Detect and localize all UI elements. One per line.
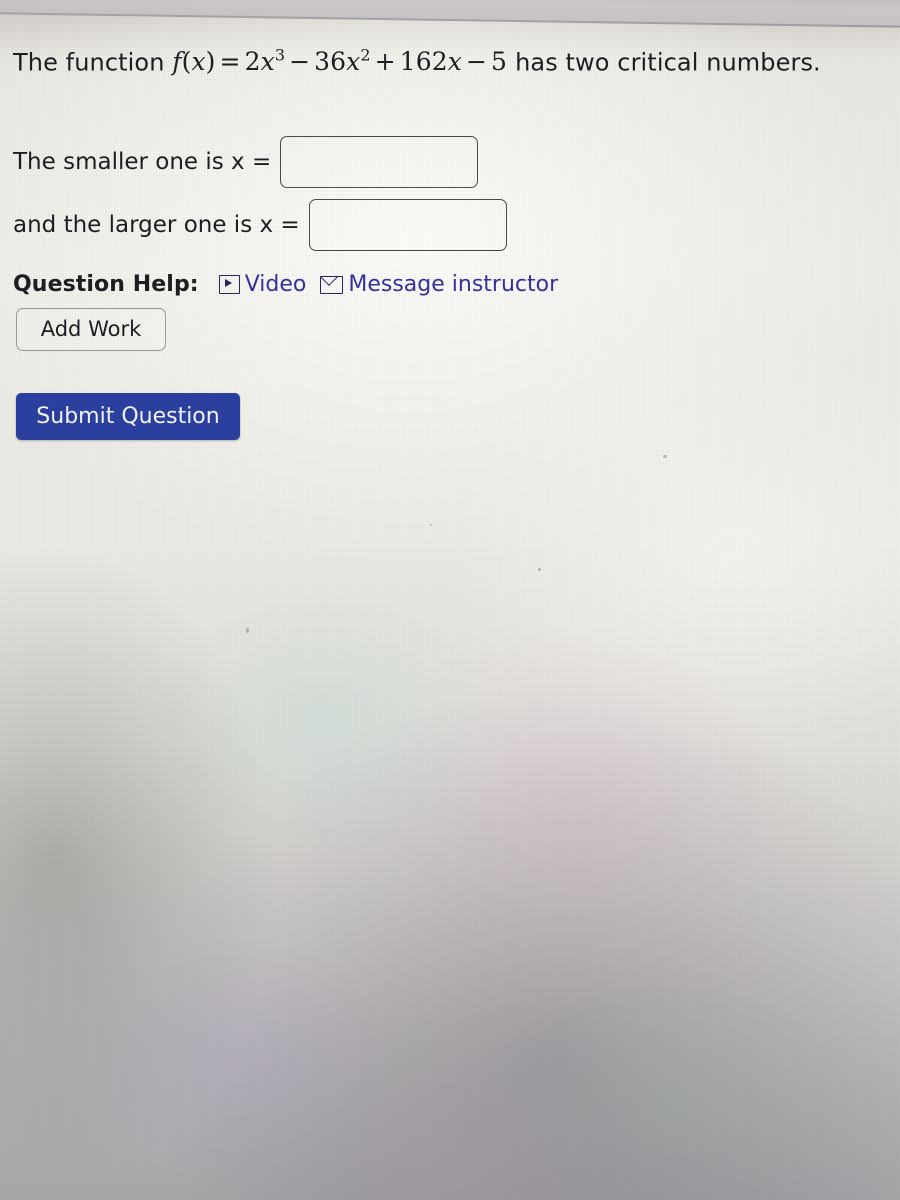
photographed-screen-backdrop: The function f(x) = 2x3−36x2 +162x −5 has tw… [0,0,900,1200]
term2-coeff: 36 [314,47,347,77]
larger-answer-label: and the larger one is x = [13,212,300,238]
larger-answer-row: and the larger one is x = [13,199,507,251]
term2-var: x [346,47,361,77]
minus-sign-1: − [289,47,311,77]
envelope-icon [320,275,344,294]
term4-constant: 5 [491,47,508,77]
smaller-answer-label: The smaller one is x = [13,149,272,175]
term3-var: x [447,47,462,77]
close-paren: ) [205,47,216,77]
smaller-answer-input[interactable] [280,136,479,188]
plus-sign-1: + [374,47,396,77]
minus-sign-2: − [465,47,488,77]
equals-sign: = [219,47,241,77]
submit-question-button[interactable]: Submit Question [16,393,240,440]
term3-coeff: 162 [399,47,448,77]
video-help-label: Video [244,272,307,297]
function-name: f [172,47,182,77]
term1-coeff: 2 [244,47,261,77]
smaller-answer-row: The smaller one is x = [13,136,479,188]
term1-exponent: 3 [274,46,286,65]
question-content: The function f(x) = 2x3−36x2 +162x −5 has tw… [0,0,900,1200]
function-expression: f(x) = 2x3−36x2 +162x −5 [172,46,515,77]
term2-exponent: 2 [360,46,371,65]
question-help-label: Question Help: [13,272,199,297]
term1-var: x [260,47,275,77]
message-instructor-label: Message instructor [348,272,559,297]
question-prefix: The function [13,48,165,77]
question-help-row: Question Help: Video Message instructor [13,272,558,297]
play-box-icon [218,275,240,294]
function-variable: x [191,47,206,77]
message-instructor-link[interactable]: Message instructor [320,272,558,297]
larger-answer-input[interactable] [308,199,507,251]
video-help-link[interactable]: Video [218,272,307,297]
question-suffix: has two critical numbers. [515,48,821,77]
open-paren: ( [181,47,192,77]
question-statement: The function f(x) = 2x3−36x2 +162x −5 has tw… [13,46,821,76]
add-work-button[interactable]: Add Work [16,308,166,351]
